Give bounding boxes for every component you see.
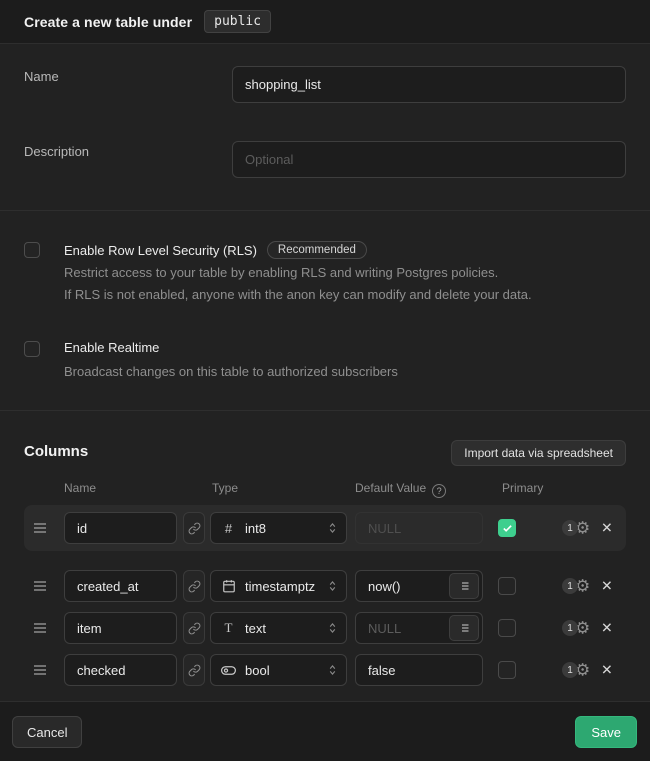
default-value-cell <box>355 512 483 544</box>
rls-title-row: Enable Row Level Security (RLS) Recommen… <box>64 241 367 259</box>
realtime-checkbox[interactable] <box>24 341 40 357</box>
default-value-cell <box>355 570 483 602</box>
text-icon: T <box>221 620 236 636</box>
remove-column-button[interactable]: ✕ <box>601 520 613 537</box>
save-button[interactable]: Save <box>575 716 637 748</box>
column-type-value: timestamptz <box>245 579 318 594</box>
chevron-updown-icon <box>327 663 338 677</box>
default-value-input[interactable] <box>355 654 483 686</box>
column-row: bool 1 ⚙ ✕ <box>24 649 626 691</box>
column-row: # int8 1 ⚙ ✕ <box>24 505 626 551</box>
column-type-select[interactable]: T text <box>210 612 347 644</box>
column-name-input[interactable] <box>64 570 177 602</box>
remove-column-button[interactable]: ✕ <box>601 578 613 595</box>
create-table-dialog: Create a new table under public Name Des… <box>0 0 650 761</box>
dialog-title: Create a new table under <box>24 14 192 30</box>
column-type-select[interactable]: bool <box>210 654 347 686</box>
link-icon <box>188 664 201 677</box>
remove-column-button[interactable]: ✕ <box>601 662 613 679</box>
columns-title: Columns <box>24 443 88 460</box>
hash-icon: # <box>221 521 236 536</box>
column-header-type: Type <box>212 481 238 495</box>
import-spreadsheet-button[interactable]: Import data via spreadsheet <box>451 440 626 466</box>
recommended-badge: Recommended <box>267 241 367 259</box>
realtime-title-row: Enable Realtime <box>64 340 159 355</box>
table-description-input[interactable] <box>232 141 626 178</box>
foreign-key-link-button[interactable] <box>183 512 205 544</box>
drag-handle-icon[interactable] <box>32 578 54 594</box>
cancel-button[interactable]: Cancel <box>12 716 82 748</box>
primary-checkbox[interactable] <box>498 619 516 637</box>
column-header-primary: Primary <box>502 481 543 495</box>
rls-description: Restrict access to your table by enablin… <box>64 262 532 306</box>
section-divider <box>0 210 650 211</box>
column-header-name: Name <box>64 481 96 495</box>
chevron-updown-icon <box>327 579 338 593</box>
settings-count-badge: 1 <box>562 520 578 536</box>
default-value-menu-button[interactable] <box>449 615 479 641</box>
settings-count-badge: 1 <box>562 578 578 594</box>
chevron-updown-icon <box>327 521 338 535</box>
column-type-value: int8 <box>245 521 318 536</box>
column-name-input[interactable] <box>64 512 177 544</box>
section-divider <box>0 410 650 411</box>
column-type-value: bool <box>245 663 318 678</box>
list-icon <box>458 580 470 592</box>
default-value-cell <box>355 654 483 686</box>
primary-checkbox[interactable] <box>498 519 516 537</box>
column-name-input[interactable] <box>64 654 177 686</box>
column-type-value: text <box>245 621 318 636</box>
default-value-menu-button[interactable] <box>449 573 479 599</box>
schema-badge: public <box>204 10 271 33</box>
column-type-select[interactable]: timestamptz <box>210 570 347 602</box>
column-row: T text 1 ⚙ ✕ <box>24 607 626 649</box>
foreign-key-link-button[interactable] <box>183 570 205 602</box>
default-value-input <box>355 512 483 544</box>
realtime-title[interactable]: Enable Realtime <box>64 340 159 355</box>
check-icon <box>502 523 513 534</box>
chevron-updown-icon <box>327 621 338 635</box>
help-icon[interactable]: ? <box>432 484 446 498</box>
table-name-input[interactable] <box>232 66 626 103</box>
column-name-input[interactable] <box>64 612 177 644</box>
default-value-cell <box>355 612 483 644</box>
rls-title[interactable]: Enable Row Level Security (RLS) <box>64 243 257 258</box>
column-type-select[interactable]: # int8 <box>210 512 347 544</box>
link-icon <box>188 622 201 635</box>
calendar-icon <box>221 579 236 593</box>
drag-handle-icon[interactable] <box>32 662 54 678</box>
link-icon <box>188 580 201 593</box>
realtime-description: Broadcast changes on this table to autho… <box>64 361 398 383</box>
toggle-icon <box>221 663 236 678</box>
remove-column-button[interactable]: ✕ <box>601 620 613 637</box>
rls-description-line2: If RLS is not enabled, anyone with the a… <box>64 284 532 306</box>
foreign-key-link-button[interactable] <box>183 654 205 686</box>
drag-handle-icon[interactable] <box>32 520 54 536</box>
drag-handle-icon[interactable] <box>32 620 54 636</box>
dialog-footer: Cancel Save <box>0 701 650 761</box>
rls-description-line1: Restrict access to your table by enablin… <box>64 262 532 284</box>
foreign-key-link-button[interactable] <box>183 612 205 644</box>
column-header-default-label: Default Value <box>355 481 426 495</box>
list-icon <box>458 622 470 634</box>
settings-count-badge: 1 <box>562 662 578 678</box>
primary-checkbox[interactable] <box>498 577 516 595</box>
dialog-header: Create a new table under public <box>0 0 650 44</box>
primary-checkbox[interactable] <box>498 661 516 679</box>
description-label: Description <box>24 144 89 159</box>
column-header-default: Default Value? <box>355 481 446 498</box>
rls-checkbox[interactable] <box>24 242 40 258</box>
column-row: timestamptz 1 ⚙ ✕ <box>24 565 626 607</box>
link-icon <box>188 522 201 535</box>
name-label: Name <box>24 69 59 84</box>
settings-count-badge: 1 <box>562 620 578 636</box>
